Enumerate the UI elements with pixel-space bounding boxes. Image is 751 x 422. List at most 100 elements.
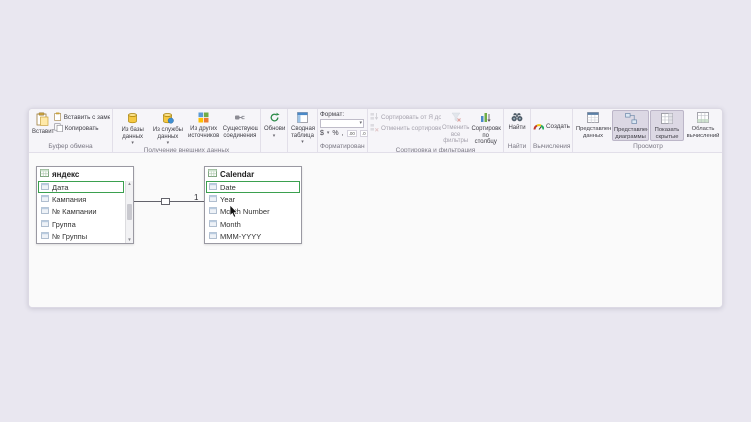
group-view: Представление данных Представление диагр… [573, 109, 722, 152]
table-icon [40, 169, 49, 179]
scrollbar-thumb[interactable] [127, 204, 132, 220]
refresh-icon [269, 112, 280, 125]
column-icon [41, 207, 49, 216]
find-button[interactable]: Найти [506, 110, 528, 132]
clear-filters-button[interactable]: Отменить все фильтры [441, 110, 471, 145]
group-formatting: Формат: ▾ $ ▾ % , .00 .0 Форматирование [318, 109, 368, 152]
data-view-button[interactable]: Представление данных [575, 110, 611, 139]
diagram-canvas[interactable]: 1 яндекс Дата Кампания № Кампании [29, 153, 722, 307]
diagram-view-icon [625, 113, 637, 126]
show-hidden-icon [661, 113, 673, 126]
sort-desc-icon [370, 112, 379, 122]
mouse-cursor-icon [229, 205, 239, 218]
cardinality-label: 1 [194, 193, 198, 202]
table-calendar[interactable]: Calendar Date Year Month Number Month [204, 166, 302, 244]
diagram-view-button[interactable]: Представление диаграммы [612, 110, 649, 141]
group-calculations: Создать KPI Вычисления [531, 109, 573, 152]
paste-replace-button[interactable]: Вставить с заменой [54, 112, 110, 122]
table-yandex[interactable]: яндекс Дата Кампания № Кампании Группа [36, 166, 134, 244]
calculation-area-icon [697, 112, 709, 125]
group-find: Найти Найти [504, 109, 531, 152]
paste-button[interactable]: Вставить [31, 110, 54, 136]
decrease-decimal-icon[interactable]: .0 [360, 130, 368, 137]
column-icon [209, 207, 217, 216]
dropdown-arrow-icon: ▾ [273, 134, 276, 139]
group-clipboard: Вставить Вставить с заменой Копировать Б… [29, 109, 113, 152]
from-database-icon [127, 112, 138, 126]
from-other-sources-icon [198, 112, 209, 125]
group-label-external-data: Получение внешних данных [115, 146, 258, 152]
dropdown-arrow-icon: ▾ [359, 121, 362, 126]
increase-decimal-icon[interactable]: .00 [347, 130, 357, 137]
create-kpi-button[interactable]: Создать KPI [533, 121, 570, 131]
field-row[interactable]: № Кампании [38, 206, 124, 218]
table-scrollbar[interactable]: ▲ ▼ [125, 181, 133, 243]
find-icon [511, 112, 523, 124]
table-icon [208, 169, 217, 179]
group-label-calculations: Вычисления [533, 142, 570, 152]
column-icon [41, 195, 49, 204]
group-pivot-table: Сводная таблица ▾ [288, 109, 318, 152]
group-label-clipboard: Буфер обмена [31, 142, 110, 152]
sort-desc-button[interactable]: Сортировать от Я до А [370, 112, 441, 122]
currency-format-button[interactable]: $ [320, 130, 324, 137]
field-row[interactable]: Группа [38, 218, 124, 230]
field-row[interactable]: Кампания [38, 193, 124, 205]
field-row[interactable]: MMM-YYYY [206, 231, 300, 243]
thousands-format-button[interactable]: , [342, 130, 344, 137]
relationship-handle[interactable] [161, 198, 170, 205]
from-data-service-button[interactable]: Из службы данных ▾ [150, 110, 185, 146]
pivot-table-icon [297, 112, 308, 125]
show-hidden-button[interactable]: Показать скрытые [650, 110, 684, 141]
format-combobox[interactable]: ▾ [320, 119, 364, 128]
group-label-formatting: Форматирование [320, 142, 365, 152]
percent-format-button[interactable]: % [332, 130, 338, 137]
table-title: яндекс [52, 170, 79, 179]
field-row[interactable]: Month [206, 218, 300, 230]
table-yandex-header[interactable]: яндекс [37, 167, 133, 181]
column-icon [41, 183, 49, 192]
field-row[interactable]: Date [206, 181, 300, 193]
existing-connections-button[interactable]: Существующие соединения [222, 110, 258, 139]
clear-sort-button[interactable]: Отменить сортировку [370, 123, 441, 133]
copy-button[interactable]: Копировать [54, 123, 110, 133]
scroll-down-icon[interactable]: ▼ [127, 238, 131, 243]
column-icon [41, 232, 49, 241]
field-row[interactable]: Дата [38, 181, 124, 193]
paste-icon [36, 112, 49, 128]
kpi-icon [533, 121, 544, 131]
sort-by-column-icon [480, 112, 491, 125]
calculation-area-button[interactable]: Область вычислений [685, 110, 721, 139]
data-view-icon [587, 112, 599, 125]
table-calendar-header[interactable]: Calendar [205, 167, 301, 181]
field-row[interactable]: Month Number [206, 206, 300, 218]
field-row[interactable]: № Группы [38, 231, 124, 243]
column-icon [41, 220, 49, 229]
refresh-button[interactable]: Обновить ▾ [263, 110, 285, 139]
group-refresh: Обновить ▾ [261, 109, 288, 152]
group-label-refresh [263, 142, 285, 152]
column-icon [209, 183, 217, 192]
paste-replace-icon [54, 112, 62, 122]
column-icon [209, 195, 217, 204]
group-sort-filter: Сортировать от Я до А Отменить сортировк… [368, 109, 504, 152]
pivot-table-button[interactable]: Сводная таблица ▾ [290, 110, 315, 145]
copy-icon [54, 123, 63, 133]
column-icon [209, 220, 217, 229]
scroll-up-icon[interactable]: ▲ [127, 182, 131, 187]
group-label-view: Просмотр [575, 142, 721, 152]
group-label-sort-filter: Сортировка и фильтрация [370, 146, 501, 152]
clear-filters-icon [451, 112, 461, 124]
sort-by-column-button[interactable]: Сортировка по столбцу [470, 110, 501, 146]
from-database-button[interactable]: Из базы данных ▾ [115, 110, 150, 146]
group-get-external-data: Из базы данных ▾ Из службы данных ▾ Из д… [113, 109, 261, 152]
existing-connections-icon [234, 112, 246, 125]
from-data-service-icon [162, 112, 174, 126]
column-icon [209, 232, 217, 241]
format-caption: Формат: [320, 111, 344, 118]
field-row[interactable]: Year [206, 193, 300, 205]
clear-sort-icon [370, 123, 379, 133]
from-other-sources-button[interactable]: Из других источников [186, 110, 222, 139]
table-title: Calendar [220, 170, 254, 179]
ribbon: Вставить Вставить с заменой Копировать Б… [29, 109, 722, 153]
